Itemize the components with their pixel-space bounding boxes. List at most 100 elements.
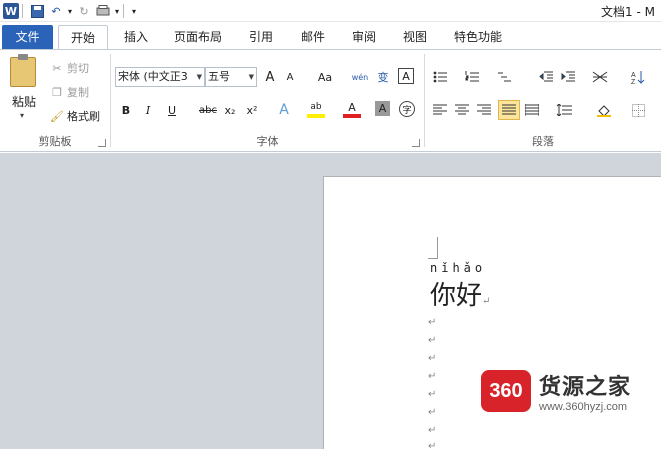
borders-icon[interactable] [629,101,647,119]
copy-button[interactable]: ❐ 复制 [50,84,89,100]
ribbon: 粘贴 ▾ ✂ 剪切 ❐ 复制 🖌 格式刷 剪贴板 宋体 (中文正3 ▼ 五号 ▼… [0,49,661,152]
font-color-button[interactable]: A [343,100,361,118]
qat-separator [22,4,23,18]
font-name-select[interactable]: 宋体 (中文正3 ▼ [115,67,205,87]
watermark-text: 货源之家 www.360hyzj.com [539,369,631,413]
watermark-name: 货源之家 [539,375,632,400]
align-center-icon[interactable] [453,101,471,119]
tab-references[interactable]: 引用 [241,25,281,49]
tab-view[interactable]: 视图 [395,25,435,49]
customize-qat-icon[interactable]: ▾ [130,3,138,19]
line-spacing-icon[interactable] [555,101,573,119]
scissors-icon: ✂ [52,61,62,75]
font-size-select[interactable]: 五号 ▼ [205,67,257,87]
bold-button[interactable]: B [117,101,135,119]
clear-format-button[interactable]: wén [351,68,369,86]
chevron-down-icon: ▼ [248,73,254,81]
subscript-button[interactable]: x₂ [221,101,239,119]
page-margin-marker [428,237,438,259]
watermark: 360 货源之家 www.360hyzj.com [481,369,631,413]
paste-icon[interactable] [10,54,36,87]
tab-mailings[interactable]: 邮件 [293,25,333,49]
svg-text:Z: Z [631,79,636,84]
underline-button[interactable]: U [163,101,181,119]
undo-icon[interactable]: ↶ [48,3,64,19]
paragraph-group-label: 段落 [532,135,554,148]
character-shading-button[interactable]: A [375,101,390,116]
distributed-icon[interactable] [523,101,541,119]
paragraph-mark: ↵ [428,371,437,382]
change-case-button[interactable]: Aa [313,68,337,86]
shading-icon[interactable] [595,101,613,119]
paragraph-mark: ↵ [428,425,437,436]
paragraph-group: AZ 段落 [425,50,661,151]
document-page[interactable]: nǐhǎo 你好↵ ↵ ↵ ↵ ↵ ↵ ↵ ↵ ↵ 360 货源之家 www.3… [323,176,661,449]
phonetic-guide-button[interactable]: 变 [374,68,392,86]
tab-special-features[interactable]: 特色功能 [446,25,510,49]
quick-access-toolbar: W ↶ ▾ ↻ ▾ ▾ [0,0,138,22]
paste-button[interactable]: 粘贴 [12,93,36,110]
shrink-font-button[interactable]: A [281,68,299,86]
font-size-value: 五号 [208,70,230,83]
font-group-label: 字体 [256,135,279,148]
superscript-button[interactable]: x² [243,101,261,119]
tab-home[interactable]: 开始 [58,25,108,50]
watermark-logo: 360 [481,370,531,412]
justify-icon[interactable] [498,100,520,120]
sort-icon[interactable]: AZ [629,68,647,86]
clipboard-group-label: 剪贴板 [38,135,72,148]
watermark-url: www.360hyzj.com [539,401,628,413]
cut-label: 剪切 [67,62,89,75]
align-left-icon[interactable] [431,101,449,119]
paintbrush-icon: 🖌 [50,109,64,123]
align-right-icon[interactable] [475,101,493,119]
paragraph-mark: ↵ [428,407,437,418]
qat-dropdown-icon[interactable]: ▾ [114,3,120,19]
tab-review[interactable]: 审阅 [344,25,384,49]
svg-text:A: A [631,72,636,79]
copy-label: 复制 [67,86,89,99]
body-text: 你好 [430,281,483,311]
document-area: nǐhǎo 你好↵ ↵ ↵ ↵ ↵ ↵ ↵ ↵ ↵ 360 货源之家 www.3… [0,153,661,449]
enclose-characters-button[interactable]: 字 [399,101,415,117]
multilevel-list-icon[interactable] [495,68,513,86]
text-effects-button[interactable]: A [275,101,293,119]
window-title: 文档1 - M [601,5,655,19]
paragraph-mark: ↵ [482,296,491,307]
chinese-layout-icon[interactable] [591,68,609,86]
redo-icon[interactable]: ↻ [76,3,92,19]
print-preview-icon[interactable] [95,3,111,19]
highlight-button[interactable]: ab [307,100,325,118]
ribbon-tabs: 文件 开始 插入 页面布局 引用 邮件 审阅 视图 特色功能 [0,22,661,50]
bullets-icon[interactable] [431,68,449,86]
font-name-value: 宋体 (中文正3 [118,70,188,83]
decrease-indent-icon[interactable] [537,68,555,86]
phonetic-guide-text: nǐhǎo [430,261,487,275]
document-text[interactable]: 你好↵ [430,275,490,312]
numbering-icon[interactable] [463,68,481,86]
clipboard-launcher-icon[interactable] [98,139,106,147]
copy-icon: ❐ [52,85,62,99]
tab-insert[interactable]: 插入 [116,25,156,49]
format-painter-button[interactable]: 🖌 格式刷 [50,108,100,124]
paragraph-mark: ↵ [428,353,437,364]
paste-dropdown-icon[interactable]: ▾ [20,111,24,120]
cut-button[interactable]: ✂ 剪切 [50,60,89,76]
format-painter-label: 格式刷 [67,110,100,123]
character-border-button[interactable]: A [398,68,414,84]
paragraph-mark: ↵ [428,441,437,449]
italic-button[interactable]: I [139,101,157,119]
word-logo-icon[interactable]: W [3,3,19,19]
undo-dropdown-icon[interactable]: ▾ [67,3,73,19]
tab-page-layout[interactable]: 页面布局 [166,25,230,49]
title-bar: W ↶ ▾ ↻ ▾ ▾ 文档1 - M [0,0,661,22]
font-group: 宋体 (中文正3 ▼ 五号 ▼ A A Aa wén 变 A B I U abc… [111,50,424,151]
font-launcher-icon[interactable] [412,139,420,147]
tab-file[interactable]: 文件 [2,25,53,49]
grow-font-button[interactable]: A [261,68,279,86]
save-icon[interactable] [29,3,45,19]
qat-separator [123,4,124,18]
paragraph-mark: ↵ [428,389,437,400]
strikethrough-button[interactable]: abc [197,101,219,119]
increase-indent-icon[interactable] [559,68,577,86]
